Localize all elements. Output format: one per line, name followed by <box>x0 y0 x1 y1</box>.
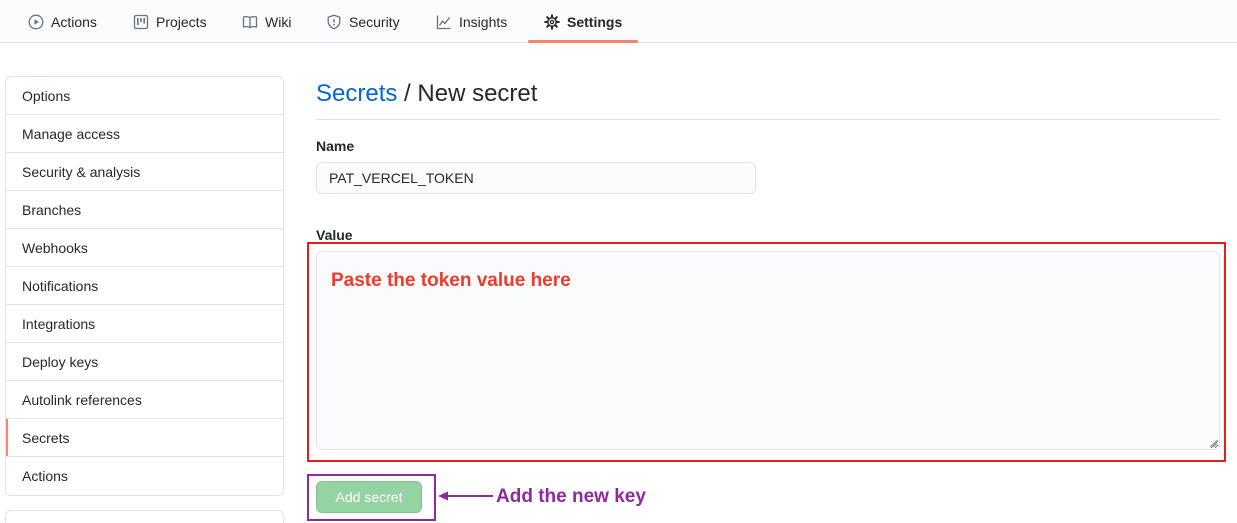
tab-settings[interactable]: Settings <box>544 0 622 43</box>
graph-icon <box>436 14 452 30</box>
sidebar-item-branches[interactable]: Branches <box>6 191 283 229</box>
value-label: Value <box>316 227 353 243</box>
book-icon <box>242 14 258 30</box>
sidebar-item-notifications[interactable]: Notifications <box>6 267 283 305</box>
sidebar-item-options[interactable]: Options <box>6 77 283 115</box>
sidebar-item-label: Security & analysis <box>22 163 141 180</box>
sidebar-item-integrations[interactable]: Integrations <box>6 305 283 343</box>
title-divider <box>316 119 1220 120</box>
value-annotation-text: Paste the token value here <box>331 270 571 291</box>
sidebar-item-deploy-keys[interactable]: Deploy keys <box>6 343 283 381</box>
tab-insights[interactable]: Insights <box>436 0 507 43</box>
sidebar-item-label: Notifications <box>22 277 99 294</box>
active-tab-indicator <box>528 40 638 43</box>
breadcrumb-secrets-link[interactable]: Secrets <box>316 80 397 107</box>
name-label: Name <box>316 138 355 154</box>
tab-label: Settings <box>567 13 623 30</box>
breadcrumb-separator: / <box>397 80 418 107</box>
sidebar-item-manage-access[interactable]: Manage access <box>6 115 283 153</box>
sidebar-item-label: Actions <box>22 468 68 484</box>
repo-nav: Actions Projects Wiki Security Insights … <box>0 0 1237 43</box>
tab-label: Security <box>349 13 400 30</box>
tab-actions[interactable]: Actions <box>28 0 97 43</box>
tab-label: Projects <box>156 13 207 30</box>
sidebar-item-label: Webhooks <box>22 239 88 256</box>
tab-security[interactable]: Security <box>326 0 400 43</box>
tab-label: Actions <box>51 13 97 30</box>
sidebar-item-secrets[interactable]: Secrets <box>6 419 283 457</box>
sidebar-item-label: Autolink references <box>22 391 142 408</box>
sidebar-item-autolink-references[interactable]: Autolink references <box>6 381 283 419</box>
page-title-text: New secret <box>417 80 538 107</box>
sidebar-item-label: Deploy keys <box>22 353 99 370</box>
sidebar-item-label: Options <box>22 87 71 104</box>
gear-icon <box>544 13 560 30</box>
sidebar-item-label: Integrations <box>22 315 96 332</box>
tab-label: Insights <box>459 13 508 30</box>
tab-label: Wiki <box>265 13 292 30</box>
page-title: Secrets / New secret <box>316 80 537 108</box>
sidebar-secondary-box <box>5 510 284 523</box>
secret-name-input[interactable] <box>316 162 756 194</box>
tab-wiki[interactable]: Wiki <box>242 0 291 43</box>
settings-sidebar: Options Manage access Security & analysi… <box>5 76 284 496</box>
button-annotation-text: Add the new key <box>496 486 646 507</box>
sidebar-item-label: Secrets <box>22 429 70 446</box>
sidebar-item-security-analysis[interactable]: Security & analysis <box>6 153 283 191</box>
project-board-icon <box>133 14 149 30</box>
play-icon <box>28 14 44 30</box>
sidebar-item-webhooks[interactable]: Webhooks <box>6 229 283 267</box>
arrow-left-icon <box>438 491 493 501</box>
resize-grip-icon[interactable] <box>1208 438 1218 448</box>
sidebar-item-label: Manage access <box>22 125 121 142</box>
sidebar-item-label: Branches <box>22 201 82 218</box>
shield-icon <box>326 14 342 30</box>
add-secret-button[interactable]: Add secret <box>316 481 422 513</box>
sidebar-item-actions[interactable]: Actions <box>6 457 283 495</box>
tab-projects[interactable]: Projects <box>133 0 207 43</box>
